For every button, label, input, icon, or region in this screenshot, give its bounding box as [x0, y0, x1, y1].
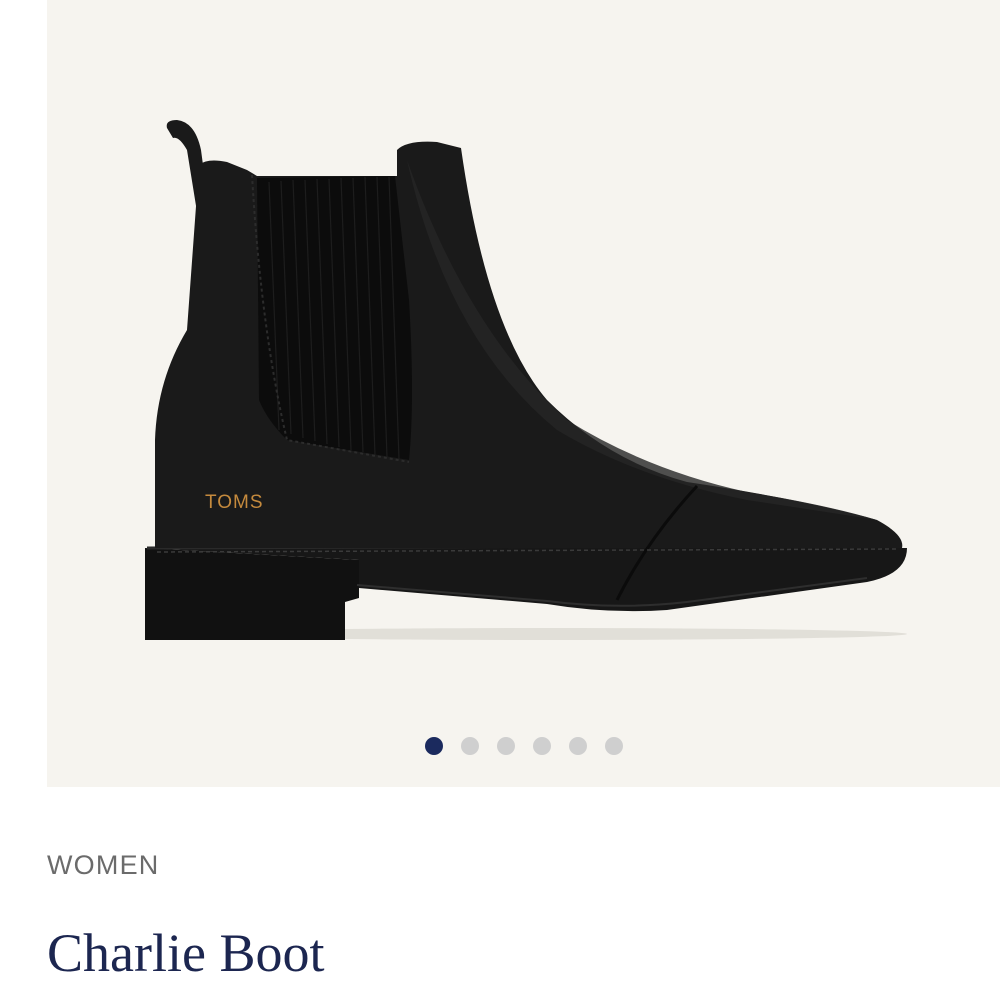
carousel-dot-6[interactable]	[604, 737, 623, 755]
carousel-dot-2[interactable]	[460, 737, 479, 755]
carousel-dot-1[interactable]	[424, 737, 443, 755]
product-image[interactable]: TOMS	[47, 0, 1000, 787]
toms-logo: TOMS	[205, 492, 264, 513]
carousel-dot-5[interactable]	[568, 737, 587, 755]
product-page: TOMS WOMEN Charlie Boot	[0, 0, 1000, 1000]
product-category: WOMEN	[47, 850, 160, 880]
carousel-pagination	[47, 737, 1000, 755]
product-image-gallery[interactable]: TOMS	[47, 0, 1000, 787]
product-title: Charlie Boot	[47, 923, 325, 983]
carousel-dot-4[interactable]	[532, 737, 551, 755]
carousel-dot-3[interactable]	[496, 737, 515, 755]
